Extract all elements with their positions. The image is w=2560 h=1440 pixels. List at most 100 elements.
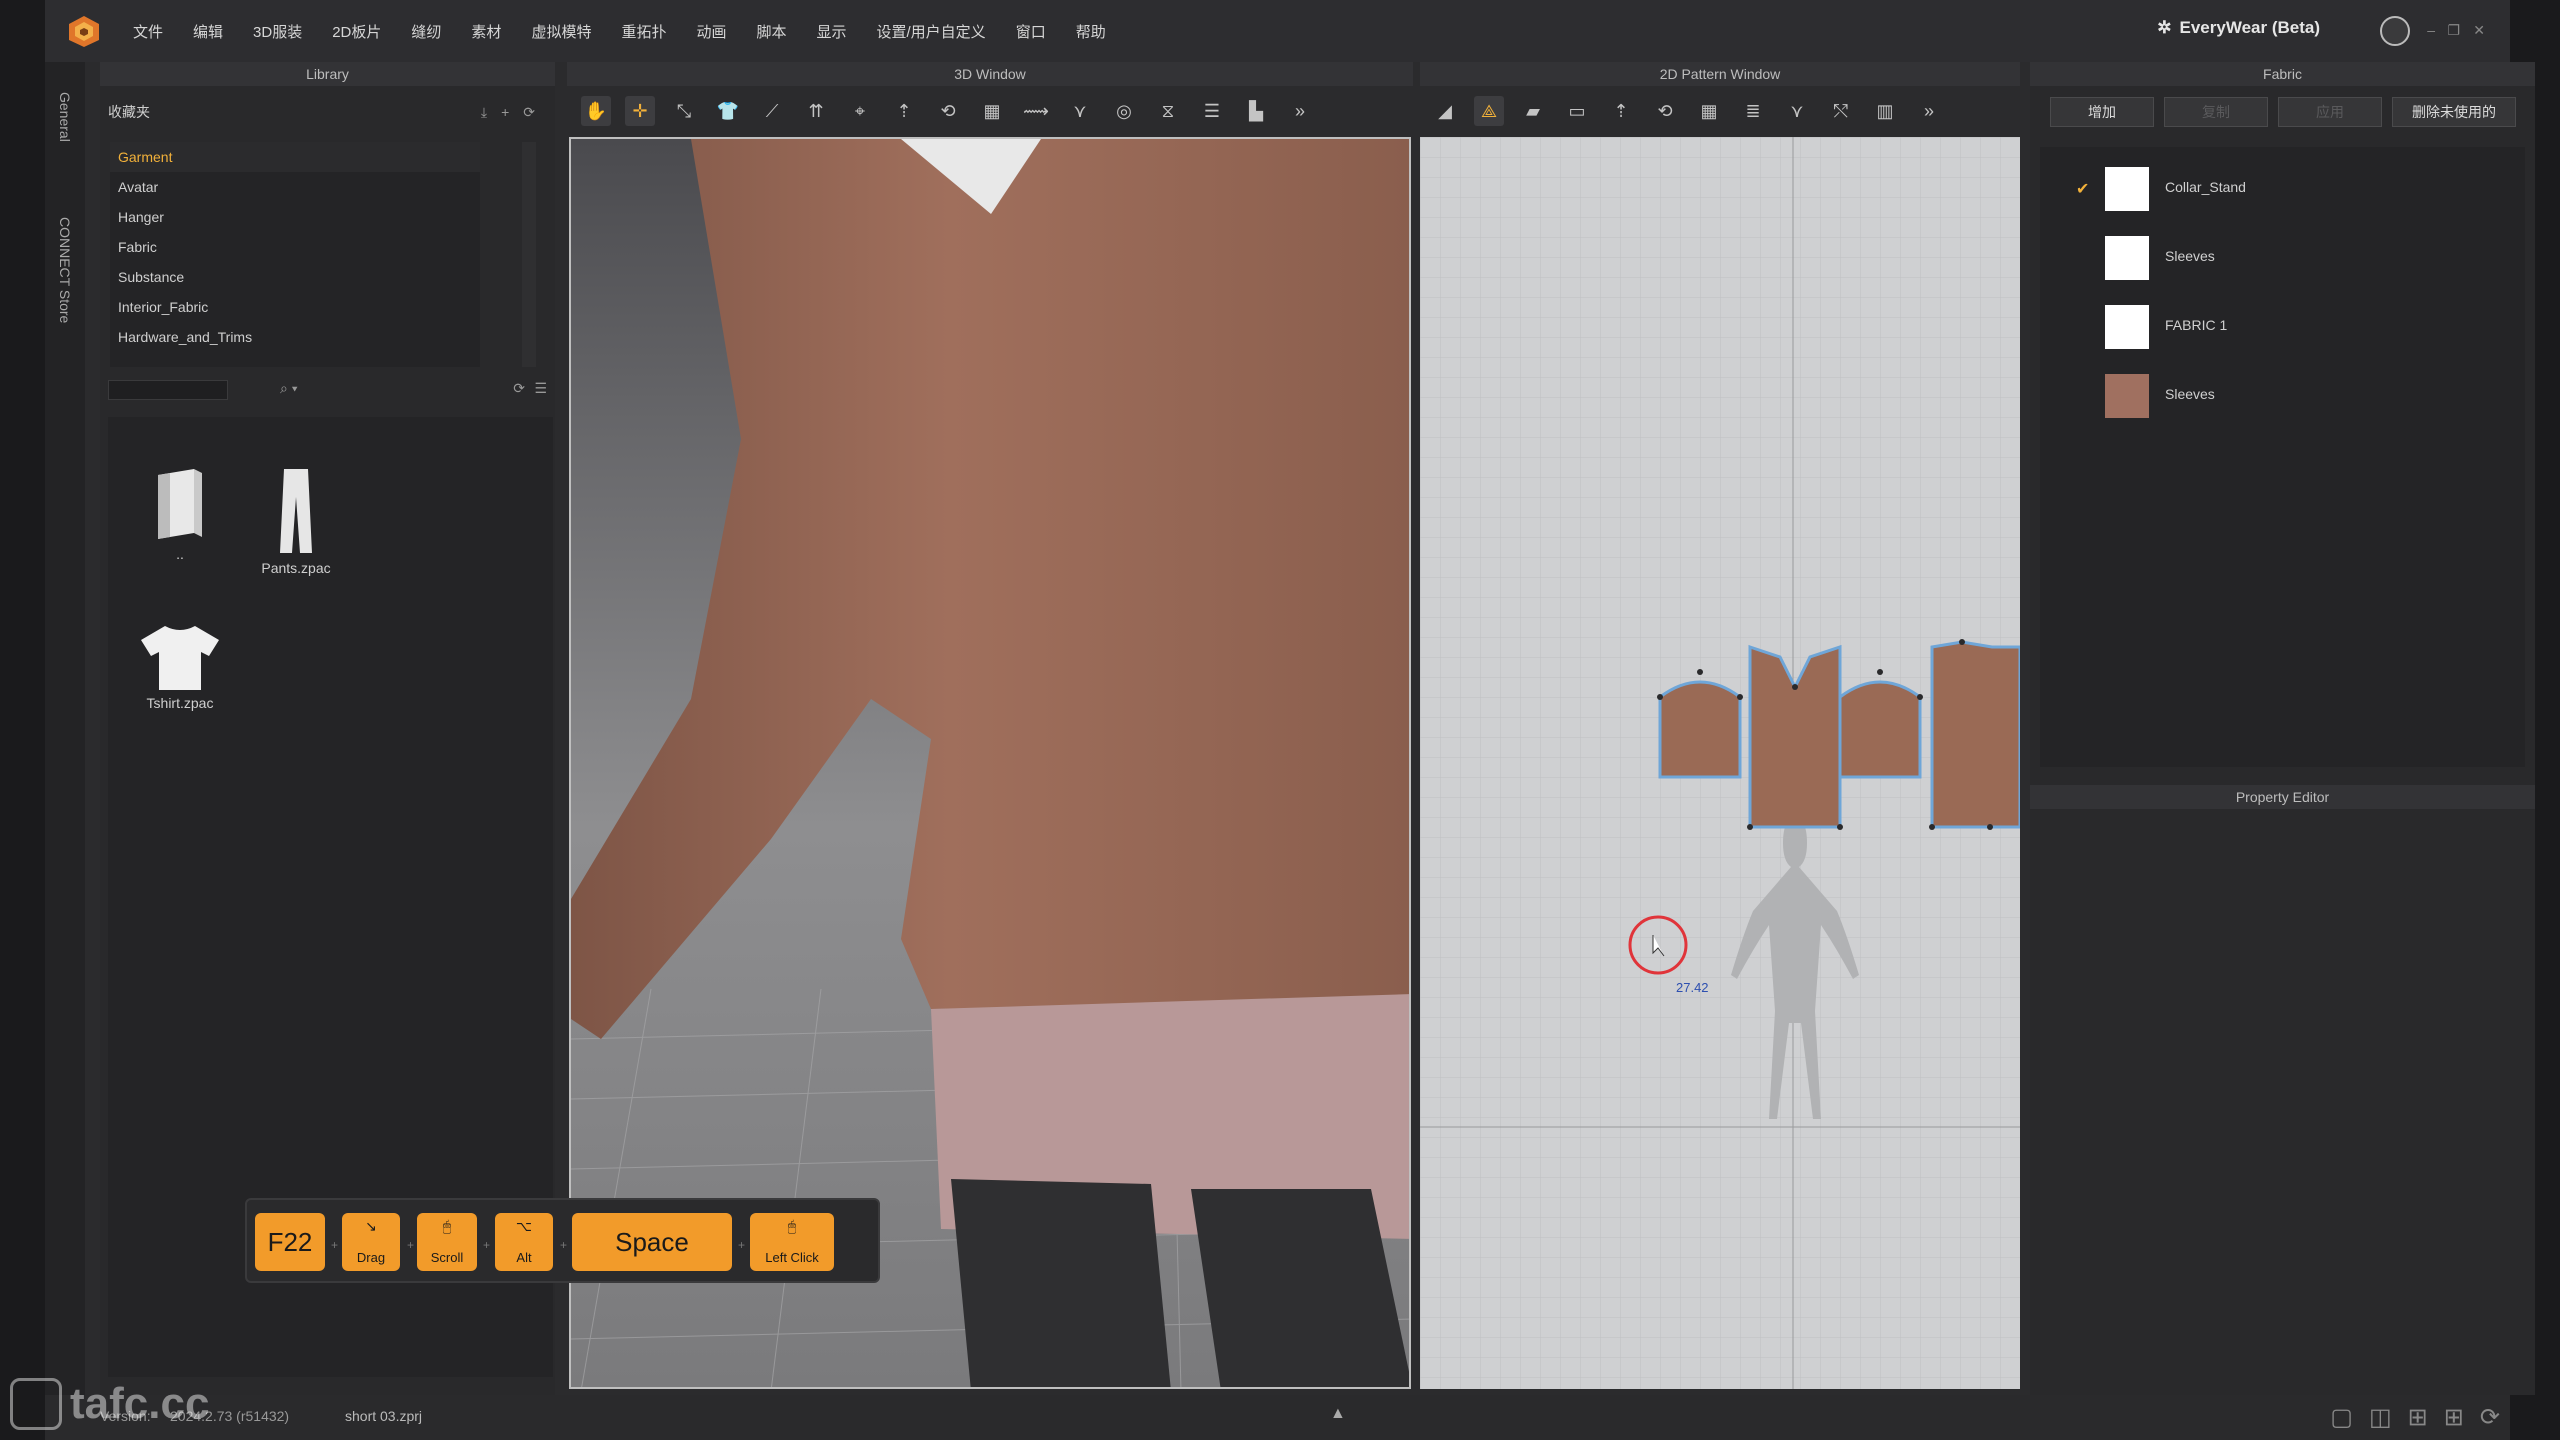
edit-pattern-icon[interactable]: ⟁ <box>1474 96 1504 126</box>
tree-item-garment[interactable]: Garment <box>110 142 480 172</box>
menu-retopology[interactable]: 重拓扑 <box>621 21 666 42</box>
close-icon[interactable]: ✕ <box>2473 22 2485 39</box>
fabric-name: FABRIC 1 <box>2165 317 2228 333</box>
stitch-icon[interactable]: ⟿ <box>1021 96 1051 126</box>
tree-item-hanger[interactable]: Hanger <box>110 202 480 232</box>
menu-materials[interactable]: 素材 <box>471 21 501 42</box>
menu-bar: 文件 编辑 3D服装 2D板片 缝纫 素材 虚拟模特 重拓扑 动画 脚本 显示 … <box>45 0 2510 62</box>
sew-icon[interactable]: ⋎ <box>1065 96 1095 126</box>
menu-settings[interactable]: 设置/用户自定义 <box>877 21 986 42</box>
everywear-icon: ✲ <box>2157 18 2172 37</box>
arrange-icon[interactable]: ⇡ <box>1606 96 1636 126</box>
tab-connect-store[interactable]: CONNECT Store <box>57 217 73 323</box>
mouse-icon: 🖱 <box>442 1218 452 1234</box>
menu-edit[interactable]: 编辑 <box>193 21 223 42</box>
seam-icon[interactable]: ⤲ <box>1826 96 1856 126</box>
tree-item-interior-fabric[interactable]: Interior_Fabric <box>110 292 480 322</box>
everywear-label: EveryWear (Beta) <box>2179 18 2320 37</box>
menu-window[interactable]: 窗口 <box>1016 21 1046 42</box>
menu-2d-pattern[interactable]: 2D板片 <box>332 21 381 42</box>
more-icon[interactable]: » <box>1285 96 1315 126</box>
zipper-icon[interactable]: ⧖ <box>1153 96 1183 126</box>
garment-icon[interactable]: 👕 <box>713 96 743 126</box>
menu-file[interactable]: 文件 <box>133 21 163 42</box>
file-tshirt[interactable]: Tshirt.zpac <box>120 622 240 711</box>
sew-2d-icon[interactable]: ⋎ <box>1782 96 1812 126</box>
2d-viewport[interactable]: 27.42 <box>1420 137 2020 1389</box>
fabric-swatch <box>2105 305 2149 349</box>
layout-single-icon[interactable]: ▢ <box>2330 1403 2353 1432</box>
rectangle-icon[interactable]: ▭ <box>1562 96 1592 126</box>
menu-sewing[interactable]: 缝纫 <box>411 21 441 42</box>
gizmo-icon[interactable]: ✛ <box>625 96 655 126</box>
tab-general[interactable]: General <box>57 92 73 142</box>
grid-2d-icon[interactable]: ▦ <box>1694 96 1724 126</box>
menu-3d-garment[interactable]: 3D服装 <box>253 21 302 42</box>
2d-window-title: 2D Pattern Window <box>1420 62 2020 86</box>
search-icon[interactable]: ⌕ ▾ <box>280 380 298 397</box>
add-fabric-button[interactable]: 增加 <box>2050 97 2154 127</box>
columns-icon[interactable]: ▥ <box>1870 96 1900 126</box>
folder-icon <box>158 469 202 539</box>
layout-quad-icon[interactable]: ⊞ <box>2444 1403 2464 1432</box>
tree-item-substance[interactable]: Substance <box>110 262 480 292</box>
add-icon[interactable]: + <box>501 104 509 121</box>
select-move-icon[interactable]: ✋ <box>581 96 611 126</box>
file-pants[interactable]: Pants.zpac <box>236 467 356 576</box>
watermark: tafc.cc <box>10 1378 209 1430</box>
button-icon[interactable]: ◎ <box>1109 96 1139 126</box>
tree-scrollbar[interactable] <box>522 142 536 367</box>
fabric-row-fabric-1[interactable]: FABRIC 1 <box>2040 295 2525 355</box>
polygon-icon[interactable]: ▰ <box>1518 96 1548 126</box>
download-icon[interactable]: ⤓ <box>481 104 487 121</box>
fabric-name: Sleeves <box>2165 248 2215 264</box>
2d-pattern-window: 2D Pattern Window ◢ ⟁ ▰ ▭ ⇡ ⟲ ▦ ≣ ⋎ ⤲ ▥ … <box>1420 62 2020 1392</box>
rotate-2d-icon[interactable]: ⟲ <box>1650 96 1680 126</box>
fabric-row-sleeves[interactable]: Sleeves <box>2040 226 2525 286</box>
tack-icon[interactable]: ⤡ <box>669 96 699 126</box>
user-avatar[interactable] <box>2380 16 2410 46</box>
transform-icon[interactable]: ◢ <box>1430 96 1460 126</box>
fabric-row-collar-stand[interactable]: ✔ Collar_Stand <box>2040 157 2525 217</box>
menu-avatar[interactable]: 虚拟模特 <box>531 21 591 42</box>
status-bar: Version: 2024.2.73 (r51432) short 03.zpr… <box>45 1395 2510 1440</box>
rotate-icon[interactable]: ⟲ <box>933 96 963 126</box>
file-name-status: short 03.zprj <box>345 1408 423 1424</box>
pin-icon[interactable]: ⌖ <box>845 96 875 126</box>
lines-icon[interactable]: ≣ <box>1738 96 1768 126</box>
minimize-icon[interactable]: – <box>2427 22 2435 38</box>
apply-fabric-button[interactable]: 应用 <box>2278 97 2382 127</box>
topstitch-icon[interactable]: ☰ <box>1197 96 1227 126</box>
library-search-input[interactable] <box>108 380 228 400</box>
fabric-row-sleeves-2[interactable]: Sleeves <box>2040 364 2525 424</box>
menu-script[interactable]: 脚本 <box>756 21 786 42</box>
watermark-text: tafc.cc <box>70 1379 210 1428</box>
segment-icon[interactable]: ⟋ <box>757 96 787 126</box>
measure-icon[interactable]: ⇡ <box>889 96 919 126</box>
2d-scene <box>1420 137 2020 1389</box>
collapse-up-icon[interactable]: ▲ <box>1330 1405 1346 1423</box>
menu-help[interactable]: 帮助 <box>1076 21 1106 42</box>
file-parent-folder[interactable]: .. <box>120 467 240 562</box>
copy-fabric-button[interactable]: 复制 <box>2164 97 2268 127</box>
layout-reset-icon[interactable]: ⟳ <box>2480 1403 2500 1432</box>
fabric-swatch <box>2105 236 2149 280</box>
grid-icon[interactable]: ▦ <box>977 96 1007 126</box>
list-view-icon[interactable]: ☰ <box>534 380 547 397</box>
trim-icon[interactable]: ▙ <box>1241 96 1271 126</box>
more-2d-icon[interactable]: » <box>1914 96 1944 126</box>
delete-unused-button[interactable]: 删除未使用的 <box>2392 97 2516 127</box>
tree-item-fabric[interactable]: Fabric <box>110 232 480 262</box>
layout-three-icon[interactable]: ⊞ <box>2408 1403 2428 1432</box>
everywear-button[interactable]: ✲ EveryWear (Beta) <box>2157 18 2320 38</box>
menu-display[interactable]: 显示 <box>817 21 847 42</box>
menu-animation[interactable]: 动画 <box>696 21 726 42</box>
layout-split-icon[interactable]: ◫ <box>2369 1403 2392 1432</box>
tree-item-hardware-trims[interactable]: Hardware_and_Trims <box>110 322 480 352</box>
refresh-icon[interactable]: ⟳ <box>523 104 535 121</box>
tree-item-avatar[interactable]: Avatar <box>110 172 480 202</box>
restore-icon[interactable]: ❐ <box>2447 22 2460 39</box>
fold-icon[interactable]: ⇈ <box>801 96 831 126</box>
2d-toolbar: ◢ ⟁ ▰ ▭ ⇡ ⟲ ▦ ≣ ⋎ ⤲ ▥ » <box>1430 88 1944 134</box>
refresh-files-icon[interactable]: ⟳ <box>513 380 525 397</box>
